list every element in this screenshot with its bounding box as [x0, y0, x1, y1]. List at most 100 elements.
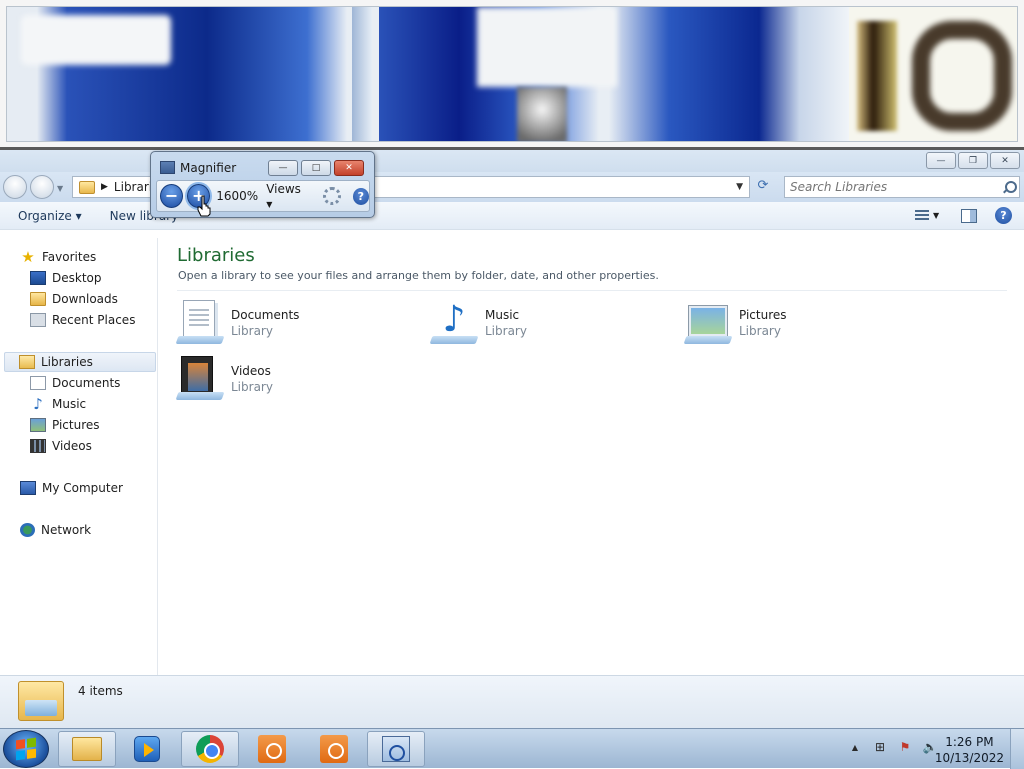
library-name: Music — [485, 308, 520, 322]
computer-icon — [20, 481, 36, 495]
action-center-flag-icon[interactable]: ⚑ — [897, 740, 913, 755]
documents-library-icon — [175, 300, 225, 346]
gear-icon[interactable] — [323, 187, 341, 205]
nav-label: Documents — [52, 376, 121, 390]
clock[interactable]: 1:26 PM 10/13/2022 — [935, 734, 1004, 766]
magnified-shape — [799, 7, 849, 141]
views-button[interactable]: Views ▼ — [266, 182, 309, 210]
nav-recent-places[interactable]: Recent Places — [30, 310, 135, 330]
search-input[interactable] — [790, 180, 990, 194]
breadcrumb-arrow-icon[interactable]: ▶ — [101, 182, 108, 192]
library-kind: Library — [231, 380, 273, 394]
library-item-music[interactable]: ♪ Music Library — [429, 300, 661, 350]
search-icon[interactable] — [1002, 180, 1017, 194]
videos-icon — [30, 439, 46, 453]
library-name: Documents — [231, 308, 300, 322]
hand-cursor-icon — [197, 195, 211, 217]
magnified-content — [6, 6, 1018, 142]
videos-library-icon — [175, 356, 225, 402]
documents-icon — [30, 376, 46, 390]
content-area: ★ Favorites Desktop Downloads Recent Plac… — [0, 238, 1024, 675]
preview-pane-icon[interactable] — [961, 208, 977, 223]
pictures-icon — [30, 418, 46, 432]
taskbar-magnifier[interactable] — [367, 731, 425, 767]
library-item-videos[interactable]: Videos Library — [175, 356, 407, 406]
explorer-window: — ❐ ✕ ▼ ▶ Libraries ▼ ⟳ Organize ▾ New l… — [0, 150, 1024, 728]
address-dropdown-icon[interactable]: ▼ — [736, 182, 743, 192]
taskbar-explorer[interactable] — [58, 731, 116, 767]
nav-favorites[interactable]: ★ Favorites — [20, 247, 96, 267]
downloads-folder-icon — [30, 292, 46, 306]
chrome-icon — [196, 735, 224, 763]
library-kind: Library — [485, 324, 527, 338]
nav-label: My Computer — [42, 481, 123, 495]
desktop-icon — [30, 271, 46, 285]
library-item-documents[interactable]: Documents Library — [175, 300, 407, 350]
folder-icon — [72, 737, 102, 761]
minimize-button[interactable]: — — [926, 152, 956, 169]
magnifier-icon — [382, 736, 410, 762]
taskbar-app-orange-2[interactable] — [305, 731, 363, 767]
library-kind: Library — [739, 324, 781, 338]
nav-label: Network — [41, 523, 92, 537]
command-bar-right: ▼ ? — [915, 207, 1012, 224]
nav-label: Music — [52, 397, 87, 411]
nav-libraries[interactable]: Libraries — [4, 352, 156, 372]
show-desktop-button[interactable] — [1010, 729, 1024, 769]
nav-documents[interactable]: Documents — [30, 373, 120, 393]
music-library-icon: ♪ — [429, 300, 479, 346]
zoom-level: 1600% — [216, 189, 259, 203]
nav-label: Recent Places — [52, 313, 136, 327]
magnifier-title: Magnifier — [180, 161, 237, 175]
nav-videos[interactable]: Videos — [30, 436, 92, 456]
nav-pictures[interactable]: Pictures — [30, 415, 100, 435]
nav-label: Downloads — [52, 292, 118, 306]
magnifier-minimize-button[interactable]: — — [268, 160, 298, 176]
nav-my-computer[interactable]: My Computer — [20, 478, 123, 498]
show-hidden-icons-icon[interactable]: ▲ — [847, 740, 863, 755]
back-button[interactable] — [3, 175, 27, 199]
library-name: Pictures — [739, 308, 787, 322]
pictures-library-icon — [683, 300, 733, 346]
clock-time: 1:26 PM — [945, 735, 994, 749]
magnifier-toolbar: − + 1600% Views ▼ ? — [156, 180, 370, 212]
magnifier-app-icon — [160, 161, 175, 174]
help-icon[interactable]: ? — [352, 187, 369, 205]
close-button[interactable]: ✕ — [990, 152, 1020, 169]
taskbar-chrome[interactable] — [181, 731, 239, 767]
help-icon[interactable]: ? — [995, 207, 1012, 224]
search-box[interactable] — [784, 176, 1020, 198]
nav-label: Pictures — [52, 418, 100, 432]
nav-label: Libraries — [41, 355, 93, 369]
change-view-icon[interactable]: ▼ — [915, 208, 943, 224]
library-item-pictures[interactable]: Pictures Library — [683, 300, 915, 350]
details-pane: 4 items — [0, 675, 1024, 728]
libraries-folder-icon — [18, 681, 64, 721]
network-status-icon[interactable]: ⊞ — [872, 740, 888, 755]
organize-button[interactable]: Organize ▾ — [18, 209, 82, 223]
nav-network[interactable]: Network — [20, 520, 91, 540]
magnifier-restore-button[interactable]: □ — [301, 160, 331, 176]
libraries-icon — [19, 355, 35, 369]
nav-downloads[interactable]: Downloads — [30, 289, 118, 309]
taskbar: ▲ ⊞ ⚑ 🔈 1:26 PM 10/13/2022 — [0, 728, 1024, 769]
capture-app-icon — [258, 735, 286, 763]
magnifier-close-button[interactable]: ✕ — [334, 160, 364, 176]
star-icon: ★ — [21, 248, 35, 266]
maximize-button[interactable]: ❐ — [958, 152, 988, 169]
nav-music[interactable]: ♪ Music — [30, 394, 86, 414]
taskbar-app-orange-1[interactable] — [243, 731, 301, 767]
magnified-shape — [517, 87, 567, 141]
refresh-icon[interactable]: ⟳ — [752, 178, 774, 196]
start-button[interactable] — [3, 730, 49, 768]
taskbar-media-player[interactable] — [118, 731, 176, 767]
zoom-out-button[interactable]: − — [160, 184, 184, 208]
nav-label: Favorites — [42, 250, 97, 264]
views-label: Views — [266, 182, 301, 196]
recent-places-icon — [30, 313, 46, 327]
nav-desktop[interactable]: Desktop — [30, 268, 102, 288]
forward-button[interactable] — [30, 175, 54, 199]
libraries-icon — [79, 180, 95, 194]
recent-pages-dropdown[interactable]: ▼ — [57, 184, 63, 193]
nav-label: Desktop — [52, 271, 102, 285]
